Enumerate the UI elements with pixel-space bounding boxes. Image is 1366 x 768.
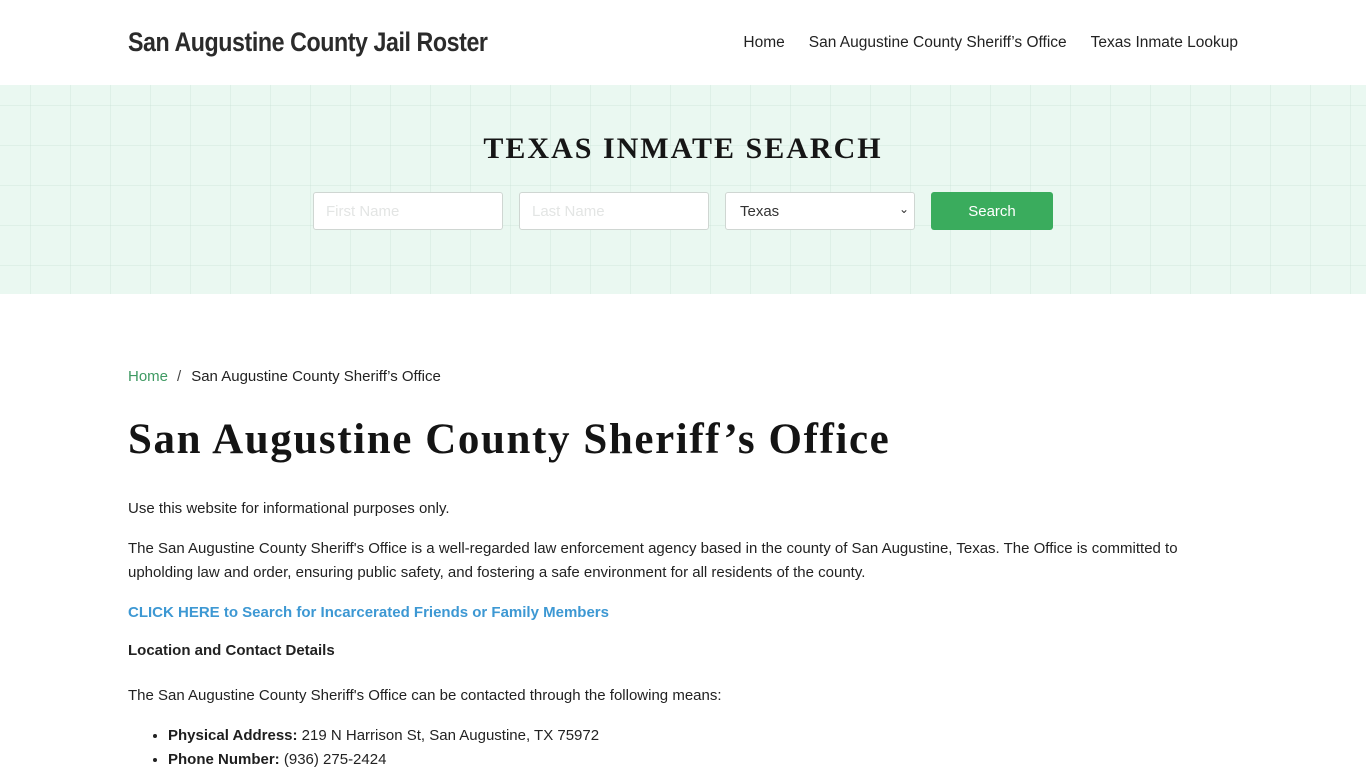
state-select-wrapper: Texas ⌄	[725, 192, 915, 230]
disclaimer-text: Use this website for informational purpo…	[128, 500, 450, 517]
contact-means-text: The San Augustine County Sheriff's Offic…	[128, 687, 722, 704]
contact-item-address: Physical Address: 219 N Harrison St, San…	[168, 724, 1238, 748]
last-name-input[interactable]	[519, 192, 709, 230]
breadcrumb-current: San Augustine County Sheriff’s Office	[191, 368, 441, 385]
nav-texas-inmate-lookup[interactable]: Texas Inmate Lookup	[1091, 34, 1238, 52]
state-select[interactable]: Texas	[725, 192, 915, 230]
breadcrumb-home[interactable]: Home	[128, 368, 168, 385]
contact-value: 219 N Harrison St, San Augustine, TX 759…	[297, 727, 600, 744]
contact-label: Phone Number:	[168, 751, 280, 768]
main-nav: Home San Augustine County Sheriff’s Offi…	[743, 34, 1238, 52]
hero-title: TEXAS INMATE SEARCH	[483, 132, 883, 165]
contact-value: (936) 275-2424	[279, 751, 387, 768]
search-button[interactable]: Search	[931, 192, 1053, 230]
contact-label: Physical Address:	[168, 727, 298, 744]
inmate-search-hero: TEXAS INMATE SEARCH Texas ⌄ Search	[0, 85, 1366, 294]
breadcrumb-separator: /	[177, 368, 182, 385]
breadcrumb: Home / San Augustine County Sheriff’s Of…	[128, 368, 1238, 385]
contact-list: Physical Address: 219 N Harrison St, San…	[128, 724, 1238, 768]
site-title[interactable]: San Augustine County Jail Roster	[128, 27, 488, 58]
page-title: San Augustine County Sheriff’s Office	[128, 416, 891, 463]
nav-home[interactable]: Home	[743, 34, 784, 52]
search-incarcerated-link[interactable]: CLICK HERE to Search for Incarcerated Fr…	[128, 601, 609, 625]
inmate-search-form: Texas ⌄ Search	[0, 192, 1366, 230]
nav-sheriffs-office[interactable]: San Augustine County Sheriff’s Office	[809, 34, 1067, 52]
intro-paragraph: The San Augustine County Sheriff's Offic…	[128, 540, 1178, 581]
site-header: San Augustine County Jail Roster Home Sa…	[0, 0, 1366, 85]
location-contact-heading: Location and Contact Details	[128, 642, 335, 659]
contact-item-phone: Phone Number: (936) 275-2424	[168, 748, 1238, 768]
first-name-input[interactable]	[313, 192, 503, 230]
main-content: Home / San Augustine County Sheriff’s Of…	[0, 368, 1366, 768]
